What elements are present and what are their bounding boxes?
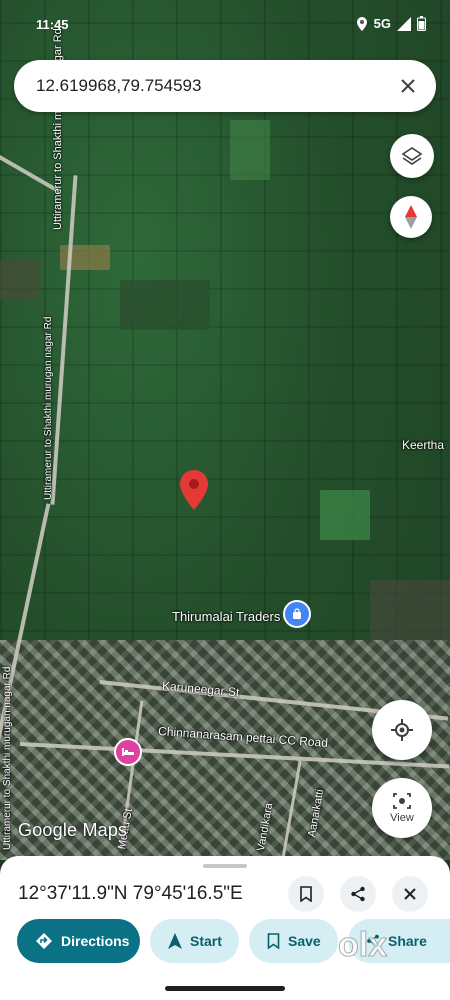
olx-watermark-text: olx xyxy=(338,926,387,964)
gesture-nav-bar[interactable] xyxy=(165,986,285,991)
search-bar[interactable]: 12.619968,79.754593 xyxy=(14,60,436,112)
field-patch xyxy=(320,490,370,540)
navigation-icon xyxy=(168,933,182,949)
layers-icon xyxy=(401,147,423,165)
pin-icon[interactable] xyxy=(180,470,208,510)
start-label: Start xyxy=(190,933,222,949)
view-button[interactable]: View xyxy=(372,778,432,838)
olx-watermark: olx xyxy=(338,926,388,965)
close-icon[interactable] xyxy=(394,72,422,100)
view-label: View xyxy=(390,812,414,824)
location-icon xyxy=(356,16,367,31)
my-location-button[interactable] xyxy=(372,700,432,760)
directions-label: Directions xyxy=(61,933,130,949)
status-bar: 11:45 5G xyxy=(0,0,450,48)
compass-icon xyxy=(405,205,417,229)
place-label-keertha: Keertha xyxy=(402,438,445,452)
road-label-top: Uttiramerur to Shakthi murugan nagar Rd xyxy=(52,28,64,230)
my-location-icon xyxy=(391,719,413,741)
status-time: 11:45 xyxy=(36,17,69,32)
network-type: 5G xyxy=(373,16,391,31)
directions-icon xyxy=(36,933,52,949)
field-patch xyxy=(370,580,450,640)
save-label: Save xyxy=(288,933,321,949)
field-patch xyxy=(120,280,210,330)
bookmark-button[interactable] xyxy=(288,876,324,912)
place-coordinates: 12°37'11.9"N 79°45'16.5"E xyxy=(18,883,243,904)
road-label-lower: Uttiramerur to Shakthi murugan nagar Rd xyxy=(2,666,13,850)
compass-button[interactable] xyxy=(390,196,432,238)
close-icon xyxy=(404,888,416,900)
road-label-upper: Uttiramerur to Shakthi murugan nagar Rd xyxy=(43,316,54,500)
poi-label[interactable]: Thirumalai Traders xyxy=(172,609,280,624)
battery-icon xyxy=(417,16,426,31)
start-button[interactable]: Start xyxy=(150,919,239,963)
bookmark-icon xyxy=(300,886,312,902)
field-patch xyxy=(0,260,40,300)
layers-button[interactable] xyxy=(390,134,434,178)
google-maps-logo: Google Maps xyxy=(18,820,128,840)
share-icon-button[interactable] xyxy=(340,876,376,912)
share-icon xyxy=(351,886,365,902)
search-query[interactable]: 12.619968,79.754593 xyxy=(36,76,201,96)
sheet-drag-handle[interactable] xyxy=(203,864,247,868)
bookmark-icon xyxy=(267,933,280,949)
signal-icon xyxy=(397,16,411,31)
shopping-bag-icon[interactable] xyxy=(283,600,311,628)
view-icon xyxy=(393,793,411,809)
save-button[interactable]: Save xyxy=(249,919,338,963)
close-sheet-button[interactable] xyxy=(392,876,428,912)
status-icons: 5G xyxy=(356,16,426,31)
field-patch xyxy=(230,120,270,180)
directions-button[interactable]: Directions xyxy=(17,919,140,963)
hotel-icon[interactable] xyxy=(114,738,142,766)
